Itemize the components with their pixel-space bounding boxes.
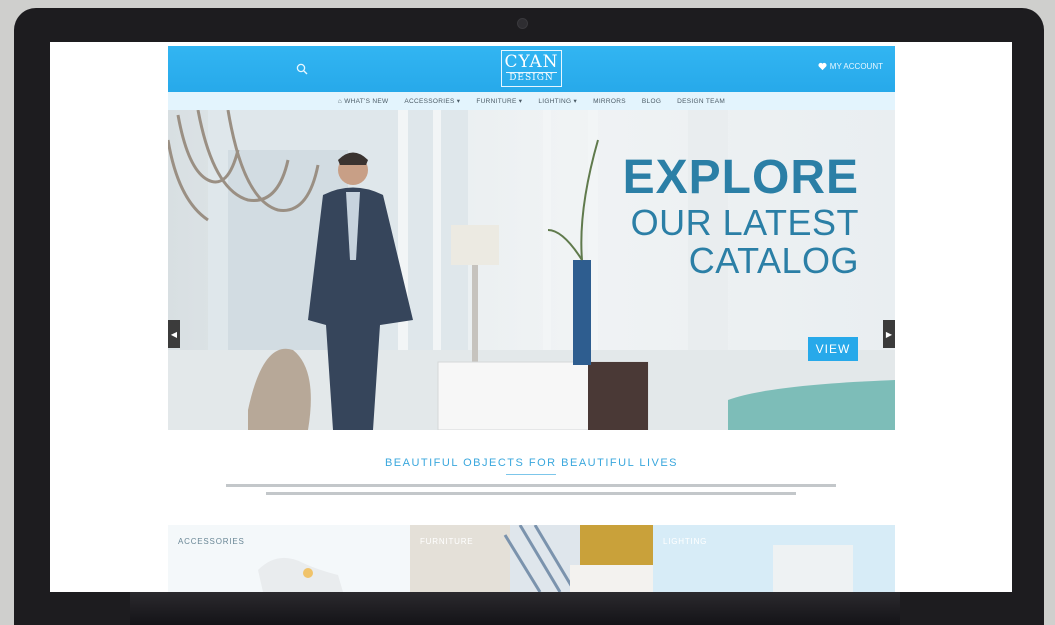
laptop-screen: CYAN DESIGN MY ACCOUNT ⌂ WHAT'S NEW ACCE… bbox=[50, 42, 1012, 592]
hero-text: EXPLORE OUR LATEST CATALOG bbox=[623, 152, 859, 280]
hero-subline-1: OUR LATEST bbox=[630, 202, 859, 243]
search-icon[interactable] bbox=[296, 63, 308, 75]
webcam-icon bbox=[517, 18, 528, 29]
nav-item-design-team[interactable]: DESIGN TEAM bbox=[677, 98, 725, 105]
laptop-frame: CYAN DESIGN MY ACCOUNT ⌂ WHAT'S NEW ACCE… bbox=[14, 8, 1044, 625]
intro-paragraph bbox=[206, 482, 856, 503]
section-tagline: BEAUTIFUL OBJECTS FOR BEAUTIFUL LIVES bbox=[384, 457, 679, 469]
nav-item-furniture[interactable]: FURNITURE ▾ bbox=[476, 97, 522, 105]
nav-label: MIRRORS bbox=[593, 97, 626, 105]
view-button[interactable]: VIEW bbox=[808, 337, 858, 361]
tagline-divider bbox=[506, 474, 556, 475]
category-label: ACCESSORIES bbox=[178, 537, 245, 546]
chevron-left-icon: ◀ bbox=[170, 329, 178, 339]
category-tile-lighting[interactable]: LIGHTING bbox=[653, 525, 895, 592]
hero-headline: EXPLORE bbox=[622, 151, 859, 204]
logo-text-cyan: CYAN bbox=[504, 52, 559, 72]
site-logo[interactable]: CYAN DESIGN bbox=[501, 50, 562, 87]
carousel-next-button[interactable]: ▶ bbox=[883, 320, 895, 348]
heart-icon bbox=[818, 62, 827, 71]
logo-text-design: DESIGN bbox=[506, 72, 557, 84]
category-tile-accessories[interactable]: ACCESSORIES bbox=[168, 525, 410, 592]
chevron-right-icon: ▶ bbox=[885, 329, 893, 339]
nav-item-mirrors[interactable]: MIRRORS bbox=[593, 98, 626, 105]
main-nav: ⌂ WHAT'S NEW ACCESSORIES ▾ FURNITURE ▾ L… bbox=[168, 92, 895, 110]
nav-item-accessories[interactable]: ACCESSORIES ▾ bbox=[404, 97, 460, 105]
category-tile-furniture[interactable]: FURNITURE bbox=[410, 525, 653, 592]
hero-banner: EXPLORE OUR LATEST CATALOG VIEW ◀ ▶ bbox=[168, 110, 895, 430]
chevron-down-icon: ▾ bbox=[456, 98, 461, 105]
laptop-base bbox=[130, 592, 900, 625]
website: CYAN DESIGN MY ACCOUNT ⌂ WHAT'S NEW ACCE… bbox=[168, 46, 895, 592]
account-label: MY ACCOUNT bbox=[829, 62, 883, 71]
site-header: CYAN DESIGN MY ACCOUNT bbox=[168, 46, 895, 92]
nav-label: WHAT'S NEW bbox=[344, 97, 389, 105]
nav-label: DESIGN TEAM bbox=[677, 97, 726, 105]
nav-label: BLOG bbox=[641, 97, 662, 105]
nav-item-lighting[interactable]: LIGHTING ▾ bbox=[538, 97, 577, 105]
home-icon: ⌂ bbox=[337, 97, 343, 105]
account-link[interactable]: MY ACCOUNT bbox=[818, 62, 883, 71]
unreadable-text-lines bbox=[226, 484, 836, 495]
nav-label: LIGHTING bbox=[538, 98, 572, 105]
hero-subline-2: CATALOG bbox=[688, 240, 859, 281]
chevron-down-icon: ▾ bbox=[518, 98, 523, 105]
chevron-down-icon: ▾ bbox=[573, 98, 578, 105]
carousel-prev-button[interactable]: ◀ bbox=[168, 320, 180, 348]
nav-label: FURNITURE bbox=[476, 98, 517, 105]
nav-item-blog[interactable]: BLOG bbox=[642, 98, 661, 105]
nav-item-whats-new[interactable]: ⌂ WHAT'S NEW bbox=[338, 98, 389, 105]
category-label: FURNITURE bbox=[420, 537, 474, 546]
nav-label: ACCESSORIES bbox=[404, 98, 455, 105]
blue-vase bbox=[573, 260, 591, 365]
category-label: LIGHTING bbox=[663, 537, 708, 546]
